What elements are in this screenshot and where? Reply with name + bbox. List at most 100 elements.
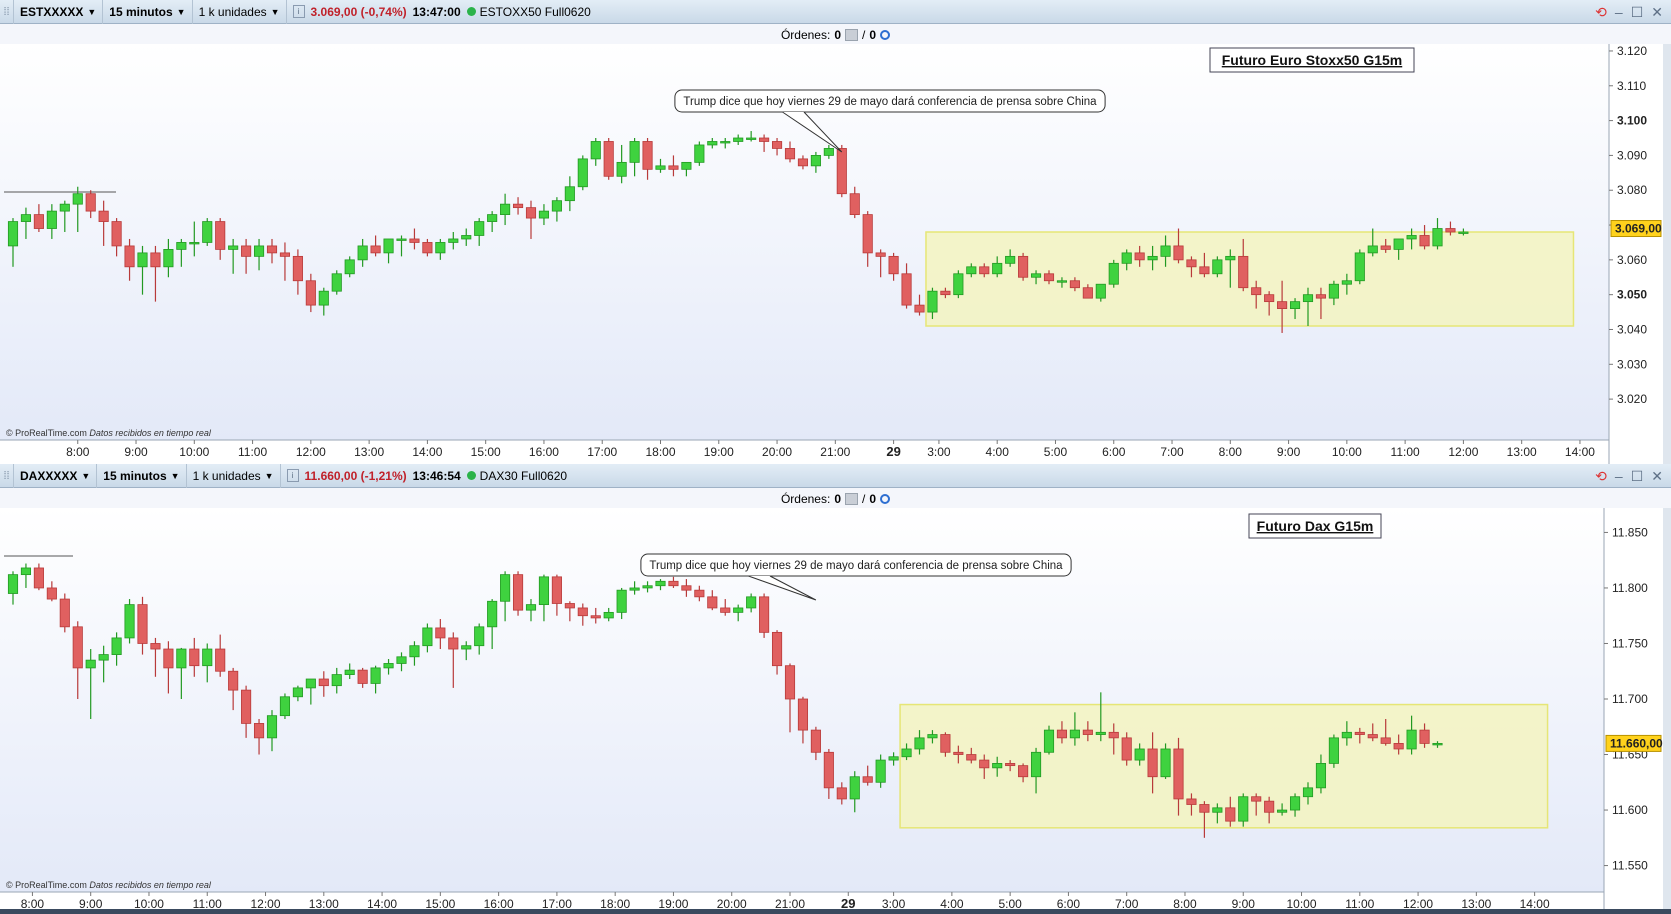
candlestick-chart-dax[interactable]: 11.85011.80011.75011.70011.65011.60011.5… — [0, 508, 1671, 914]
candle-body — [1030, 273, 1042, 278]
candle-body — [33, 567, 44, 589]
orders-bar: Órdenes: 0 / 0 — [0, 490, 1671, 508]
candle-body — [810, 729, 821, 753]
candle-body — [435, 627, 446, 639]
drag-handle-icon[interactable]: ⁞⁞ — [0, 463, 14, 488]
units-selector[interactable]: 1 k unidades ▼ — [193, 0, 287, 24]
candle-body — [1367, 734, 1378, 739]
candle-body — [150, 252, 161, 268]
candle-body — [266, 245, 278, 254]
minimize-icon[interactable]: – — [1615, 468, 1623, 484]
candle-body — [616, 589, 627, 613]
x-tick-label: 13:00 — [354, 445, 384, 459]
candle-body — [577, 607, 588, 617]
gear-icon[interactable] — [880, 30, 891, 40]
sync-icon[interactable]: ⟲ — [1595, 468, 1607, 485]
orders-separator: / — [862, 28, 866, 42]
y-tick-label: 3.110 — [1617, 79, 1646, 93]
candle-body — [383, 238, 394, 254]
candle-body — [1030, 751, 1042, 778]
current-price-label: 3.069,00 — [1615, 222, 1662, 236]
candle-body — [72, 193, 83, 205]
candle-body — [396, 238, 407, 241]
units-selector[interactable]: 1 k unidades ▼ — [187, 463, 281, 488]
candle-body — [616, 161, 627, 177]
maximize-icon[interactable]: ☐ — [1631, 468, 1644, 485]
orders-icon[interactable] — [845, 493, 858, 505]
candle-body — [46, 210, 57, 229]
candle-body — [733, 607, 744, 613]
candle-body — [318, 678, 329, 687]
candle-body — [1121, 737, 1132, 761]
chart-title: Futuro Dax G15m — [1257, 518, 1374, 534]
x-tick-label: 7:00 — [1160, 445, 1184, 459]
x-tick-label: 18:00 — [645, 445, 675, 459]
candle-body — [1121, 252, 1132, 264]
candle-body — [422, 242, 433, 254]
candle-body — [318, 290, 329, 306]
orders-buy-count: 0 — [834, 28, 841, 42]
candle-body — [1432, 228, 1443, 247]
chart-title: Futuro Euro Stoxx50 G15m — [1222, 52, 1402, 68]
candle-body — [500, 574, 511, 602]
candle-body — [46, 587, 57, 600]
gear-icon[interactable] — [880, 494, 891, 504]
close-icon[interactable]: ✕ — [1651, 4, 1663, 21]
candle-body — [1354, 252, 1365, 282]
candle-body — [1277, 301, 1288, 309]
candle-body — [305, 678, 316, 689]
info-icon[interactable]: i — [292, 5, 305, 18]
timeframe-selector[interactable]: 15 minutos ▼ — [97, 463, 187, 488]
candle-body — [849, 776, 860, 800]
candle-body — [1432, 743, 1443, 746]
candle-body — [98, 654, 109, 661]
candle-body — [1173, 245, 1184, 261]
chevron-down-icon: ▼ — [81, 470, 91, 481]
candle-body — [836, 787, 847, 800]
scrollbar[interactable] — [1663, 44, 1671, 464]
candle-body — [733, 137, 744, 142]
orders-icon[interactable] — [845, 29, 858, 41]
timeframe-selector[interactable]: 15 minutos ▼ — [103, 0, 193, 24]
candle-body — [1108, 262, 1119, 285]
info-icon[interactable]: i — [286, 469, 299, 482]
drag-handle-icon[interactable]: ⁞⁞ — [0, 0, 14, 24]
symbol-label: ESTXXXXX — [20, 4, 84, 19]
candle-body — [1199, 804, 1210, 813]
candle-body — [1341, 280, 1352, 285]
candle-body — [720, 607, 731, 613]
candle-body — [33, 214, 44, 229]
scrollbar[interactable] — [1663, 508, 1671, 914]
close-icon[interactable]: ✕ — [1651, 468, 1663, 485]
candle-body — [357, 669, 368, 684]
maximize-icon[interactable]: ☐ — [1631, 4, 1644, 21]
candle-body — [124, 604, 135, 639]
candle-body — [409, 645, 420, 658]
chevron-down-icon: ▼ — [270, 6, 280, 17]
candle-body — [1302, 787, 1314, 798]
candle-body — [344, 259, 355, 275]
window-controls: ⟲ – ☐ ✕ — [1595, 464, 1663, 488]
x-tick-label: 10:00 — [179, 445, 209, 459]
candle-body — [914, 737, 925, 750]
symbol-selector[interactable]: DAXXXXX ▼ — [14, 463, 98, 488]
x-tick-label: 8:00 — [1219, 445, 1243, 459]
units-label: 1 k unidades — [198, 4, 267, 19]
candle-body — [655, 165, 666, 170]
sync-icon[interactable]: ⟲ — [1595, 4, 1607, 21]
candle-body — [1056, 729, 1068, 739]
candlestick-chart-estoxx[interactable]: 3.1203.1103.1003.0903.0803.0703.0603.050… — [0, 44, 1671, 464]
candle-body — [1302, 294, 1314, 303]
candle-body — [59, 598, 70, 628]
candle-body — [992, 763, 1003, 769]
candle-body — [590, 615, 601, 619]
candle-body — [1315, 294, 1327, 299]
x-tick-label: 5:00 — [1044, 445, 1068, 459]
orders-label: Órdenes: — [780, 28, 831, 42]
symbol-selector[interactable]: ESTXXXXX ▼ — [14, 0, 104, 24]
minimize-icon[interactable]: – — [1615, 4, 1623, 20]
window-controls: ⟲ – ☐ ✕ — [1595, 0, 1663, 24]
candle-body — [228, 670, 239, 691]
candle-body — [771, 141, 783, 149]
chevron-down-icon: ▼ — [264, 470, 274, 481]
